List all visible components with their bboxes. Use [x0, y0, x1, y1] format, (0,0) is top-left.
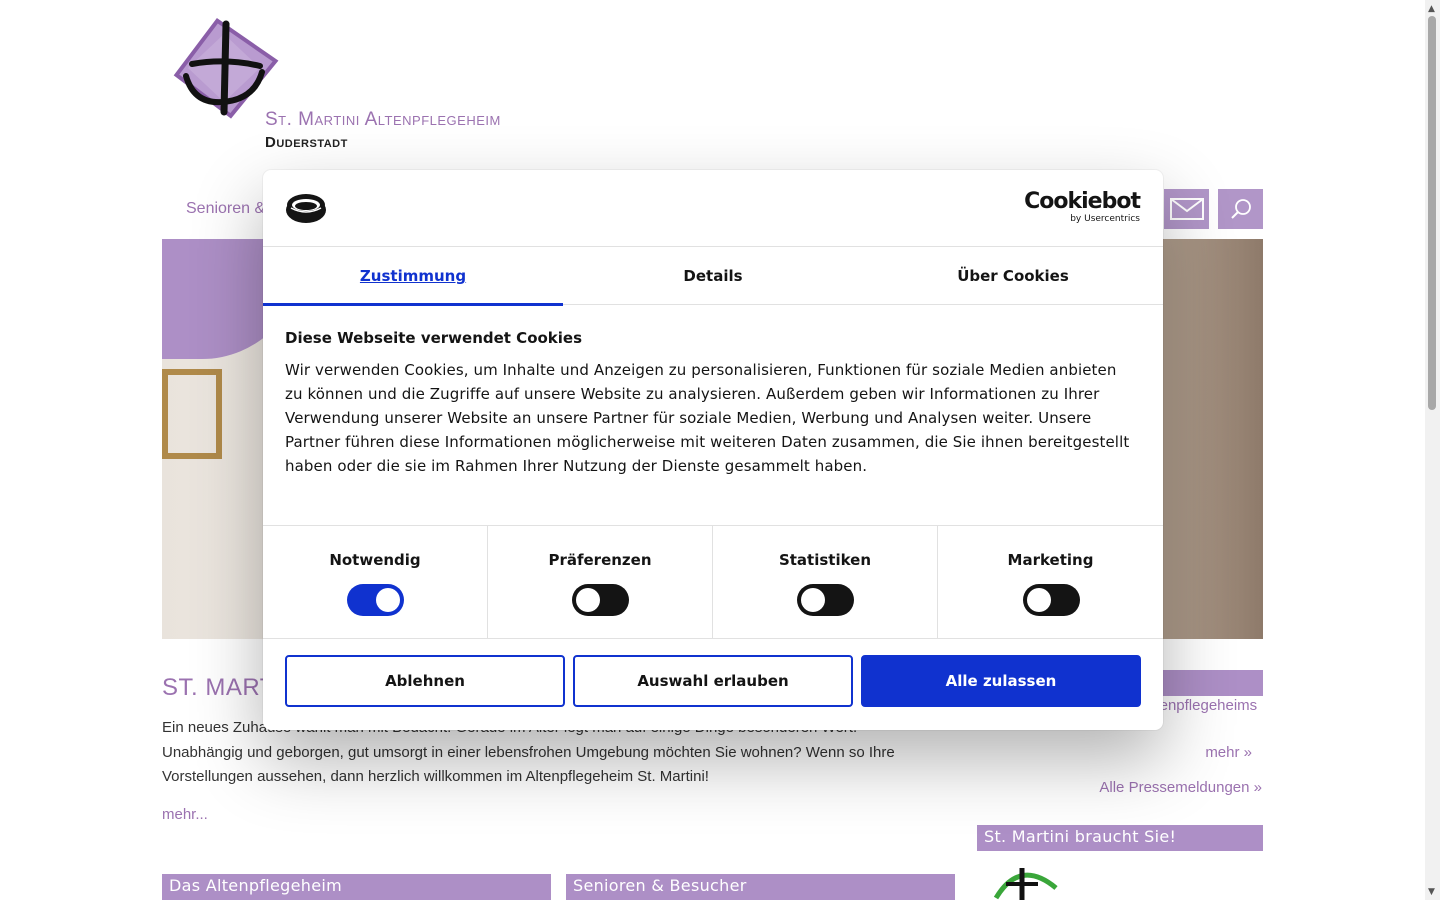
- cookie-consent-dialog: Cookiebot by Usercentrics Zustimmung Det…: [263, 170, 1163, 730]
- toggle-knob: [1026, 588, 1051, 612]
- allow-selection-button[interactable]: Auswahl erlauben: [573, 655, 853, 707]
- scrollbar-thumb[interactable]: [1428, 16, 1436, 410]
- mail-icon: [1169, 198, 1204, 220]
- toggle-statistiken[interactable]: [797, 584, 854, 616]
- tab-details[interactable]: Details: [563, 247, 863, 305]
- page-scrollbar[interactable]: ▲ ▼: [1425, 0, 1440, 900]
- consent-toggles: Notwendig Präferenzen Statistiken Market…: [263, 525, 1163, 639]
- decline-button[interactable]: Ablehnen: [285, 655, 565, 707]
- site-logo[interactable]: St. Martini Altenpflegeheim Duderstadt: [172, 16, 532, 151]
- dialog-header: Cookiebot by Usercentrics: [263, 170, 1163, 247]
- toggle-notwendig[interactable]: [347, 584, 404, 616]
- dialog-tabs: Zustimmung Details Über Cookies: [263, 247, 1163, 306]
- toggle-label-praeferenzen: Präferenzen: [548, 551, 652, 569]
- toggle-cell-marketing: Marketing: [938, 526, 1163, 639]
- hero-picture-frame: [162, 369, 222, 459]
- toggle-cell-notwendig: Notwendig: [263, 526, 488, 639]
- toggle-label-statistiken: Statistiken: [778, 551, 872, 569]
- box-header-altenpflegeheim[interactable]: Das Altenpflegeheim: [162, 874, 551, 900]
- search-icon: [1230, 199, 1251, 219]
- toggle-label-marketing: Marketing: [1007, 551, 1094, 569]
- toggle-cell-praeferenzen: Präferenzen: [488, 526, 713, 639]
- side-box-logo-icon: [993, 868, 1058, 900]
- box-header-senioren[interactable]: Senioren & Besucher: [566, 874, 955, 900]
- toggle-label-notwendig: Notwendig: [329, 551, 421, 569]
- dialog-title: Diese Webseite verwendet Cookies: [285, 329, 583, 347]
- logo-subtitle: Duderstadt: [265, 134, 348, 151]
- cookiebot-by-line: by Usercentrics: [1070, 214, 1140, 224]
- cookie-logo-icon: [286, 194, 326, 223]
- all-press-link[interactable]: Alle Pressemeldungen »: [1099, 779, 1262, 796]
- allow-all-button[interactable]: Alle zulassen: [861, 655, 1141, 707]
- toggle-knob: [576, 588, 600, 612]
- press-more-link[interactable]: mehr »: [1205, 744, 1252, 761]
- dialog-description: Wir verwenden Cookies, um Inhalte und An…: [285, 361, 1130, 475]
- toggle-cell-statistiken: Statistiken: [713, 526, 938, 639]
- cross-emblem-icon: [173, 18, 279, 119]
- toggle-praeferenzen[interactable]: [572, 584, 629, 616]
- toggle-knob: [801, 588, 825, 612]
- cookiebot-wordmark: Cookiebot: [1024, 189, 1141, 214]
- page-title: ST. MART: [162, 674, 275, 701]
- tab-zustimmung[interactable]: Zustimmung: [263, 247, 563, 306]
- cookiebot-brand[interactable]: Cookiebot by Usercentrics: [1024, 189, 1141, 225]
- logo-title: St. Martini Altenpflegeheim: [265, 109, 501, 130]
- more-link[interactable]: mehr...: [162, 806, 208, 823]
- toggle-knob: [376, 588, 400, 612]
- scroll-down-arrow-icon[interactable]: ▼: [1428, 887, 1435, 897]
- search-button[interactable]: [1218, 189, 1263, 229]
- tab-ueber-cookies[interactable]: Über Cookies: [863, 247, 1163, 305]
- side-box-header[interactable]: St. Martini braucht Sie!: [977, 825, 1263, 851]
- dialog-buttons: Ablehnen Auswahl erlauben Alle zulassen: [285, 655, 1141, 707]
- toggle-marketing[interactable]: [1022, 584, 1080, 616]
- mail-button[interactable]: [1164, 189, 1209, 229]
- nav-item-senioren[interactable]: Senioren &: [186, 200, 265, 218]
- scroll-up-arrow-icon[interactable]: ▲: [1428, 4, 1435, 14]
